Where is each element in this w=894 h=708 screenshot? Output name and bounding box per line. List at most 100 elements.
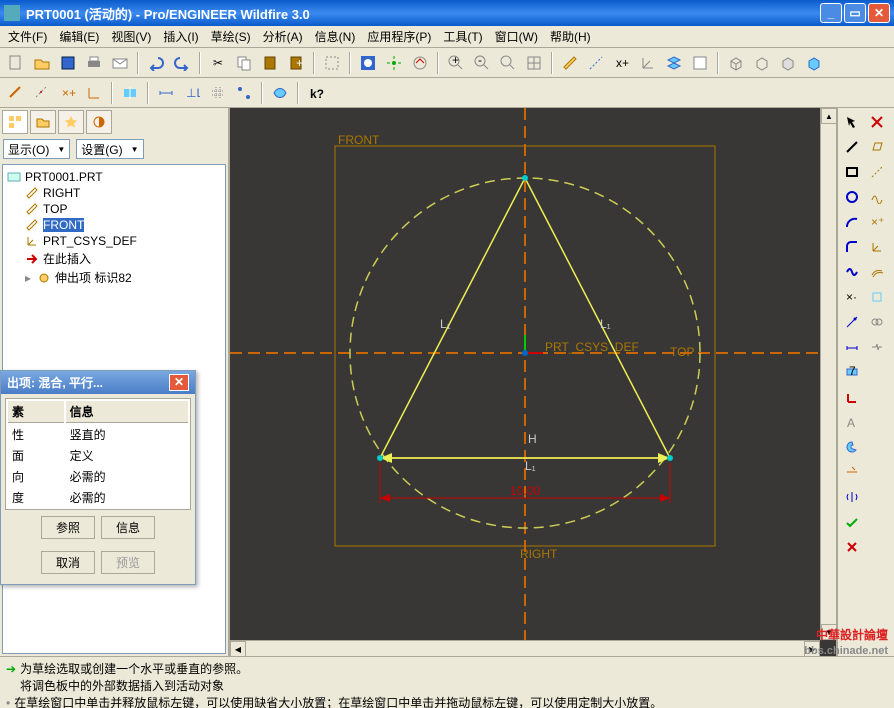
constraint-display-icon[interactable]: ⊥L bbox=[180, 81, 204, 105]
parallelogram-tool[interactable] bbox=[865, 135, 889, 159]
palette-tool[interactable] bbox=[840, 435, 864, 459]
new-icon[interactable] bbox=[4, 51, 28, 75]
canvas-scrollbar-h[interactable]: ◀ ▶ bbox=[230, 640, 820, 656]
tree-node-csys[interactable]: PRT_CSYS_DEF bbox=[7, 233, 221, 249]
tab-connections[interactable] bbox=[86, 110, 112, 134]
save-icon[interactable] bbox=[56, 51, 80, 75]
sketch-axis-icon[interactable] bbox=[30, 81, 54, 105]
menu-sketch[interactable]: 草绘(S) bbox=[205, 26, 257, 47]
datum-csys-icon[interactable] bbox=[636, 51, 660, 75]
info-button[interactable]: 信息 bbox=[101, 516, 155, 539]
menu-insert[interactable]: 插入(I) bbox=[157, 26, 204, 47]
shaded-icon[interactable] bbox=[802, 51, 826, 75]
menu-tools[interactable]: 工具(T) bbox=[437, 26, 488, 47]
grid-display-icon[interactable] bbox=[206, 81, 230, 105]
open-icon[interactable] bbox=[30, 51, 54, 75]
expand-icon[interactable]: ▸ bbox=[25, 271, 31, 285]
undo-icon[interactable] bbox=[144, 51, 168, 75]
repaint-icon[interactable] bbox=[356, 51, 380, 75]
sketch-shade-icon[interactable] bbox=[268, 81, 292, 105]
mirror-tool[interactable] bbox=[840, 485, 864, 509]
sketch-plane-icon[interactable] bbox=[4, 81, 28, 105]
hidden-line-icon[interactable] bbox=[750, 51, 774, 75]
chain-tool[interactable] bbox=[865, 310, 889, 334]
offset-edge-tool[interactable] bbox=[865, 260, 889, 284]
select-rect-icon[interactable] bbox=[320, 51, 344, 75]
no-hidden-icon[interactable] bbox=[776, 51, 800, 75]
trim-tool[interactable] bbox=[840, 460, 864, 484]
rectangle-tool[interactable] bbox=[840, 160, 864, 184]
zoom-in-icon[interactable]: + bbox=[444, 51, 468, 75]
zoom-out-icon[interactable]: - bbox=[470, 51, 494, 75]
datum-point-icon[interactable]: x+ bbox=[610, 51, 634, 75]
vertex-display-icon[interactable] bbox=[232, 81, 256, 105]
csys-tool[interactable] bbox=[865, 235, 889, 259]
menu-edit[interactable]: 编辑(E) bbox=[53, 26, 105, 47]
menu-analysis[interactable]: 分析(A) bbox=[257, 26, 309, 47]
zoom-fit-icon[interactable] bbox=[496, 51, 520, 75]
cancel-button[interactable]: 取消 bbox=[41, 551, 95, 574]
datum-axis-icon[interactable] bbox=[584, 51, 608, 75]
dialog-titlebar[interactable]: 出项: 混合, 平行... ✕ bbox=[1, 371, 195, 394]
maximize-button[interactable]: ▭ bbox=[844, 3, 866, 23]
menu-help[interactable]: 帮助(H) bbox=[544, 26, 597, 47]
orient-icon[interactable] bbox=[408, 51, 432, 75]
dimension-tool[interactable] bbox=[840, 335, 864, 359]
point-tool[interactable]: ×⁺ bbox=[865, 210, 889, 234]
select-tool[interactable] bbox=[840, 110, 864, 134]
table-row[interactable]: 性竖直的 bbox=[8, 425, 188, 444]
fillet-tool[interactable] bbox=[840, 235, 864, 259]
centerline-tool[interactable] bbox=[865, 160, 889, 184]
copy-icon[interactable] bbox=[232, 51, 256, 75]
mail-icon[interactable] bbox=[108, 51, 132, 75]
tangent-tool[interactable] bbox=[840, 310, 864, 334]
spline2-tool[interactable] bbox=[840, 260, 864, 284]
tab-favorites[interactable] bbox=[58, 110, 84, 134]
sketch-point-icon[interactable]: ×+ bbox=[56, 81, 80, 105]
sketch-orient-icon[interactable] bbox=[118, 81, 142, 105]
graphics-canvas[interactable]: FRONT TOP RIGHT L₁ L₁ L₁ H bbox=[230, 108, 836, 656]
tree-root[interactable]: PRT0001.PRT bbox=[7, 169, 221, 185]
coord-point-tool[interactable]: ×· bbox=[840, 285, 864, 309]
quit-tool[interactable] bbox=[840, 535, 864, 559]
dim-display-icon[interactable] bbox=[154, 81, 178, 105]
tab-model-tree[interactable] bbox=[2, 110, 28, 134]
minimize-button[interactable]: _ bbox=[820, 3, 842, 23]
use-edge-tool[interactable] bbox=[865, 285, 889, 309]
tree-node-insert-here[interactable]: 在此插入 bbox=[7, 249, 221, 268]
tree-node-right[interactable]: RIGHT bbox=[7, 185, 221, 201]
menu-file[interactable]: 文件(F) bbox=[2, 26, 53, 47]
references-button[interactable]: 参照 bbox=[41, 516, 95, 539]
print-icon[interactable] bbox=[82, 51, 106, 75]
done-tool[interactable] bbox=[840, 510, 864, 534]
help-icon[interactable]: k? bbox=[304, 81, 328, 105]
break-tool[interactable] bbox=[865, 335, 889, 359]
refit-icon[interactable] bbox=[522, 51, 546, 75]
close-button[interactable]: ✕ bbox=[868, 3, 890, 23]
menu-view[interactable]: 视图(V) bbox=[105, 26, 157, 47]
dialog-close-icon[interactable]: ✕ bbox=[169, 374, 189, 391]
text-tool[interactable]: A bbox=[840, 410, 864, 434]
show-dropdown[interactable]: 显示(O) bbox=[3, 139, 70, 159]
table-row[interactable]: 向必需的 bbox=[8, 467, 188, 486]
constraint-tool[interactable] bbox=[840, 385, 864, 409]
dimension-value[interactable]: 10.00 bbox=[510, 484, 540, 498]
arc-tool[interactable] bbox=[840, 210, 864, 234]
canvas-scrollbar-v[interactable]: ▲ ▼ bbox=[820, 108, 836, 640]
wireframe-icon[interactable] bbox=[724, 51, 748, 75]
sketch-csys-icon[interactable] bbox=[82, 81, 106, 105]
tree-node-protrusion[interactable]: ▸ 伸出项 标识82 bbox=[7, 268, 221, 287]
layers-icon[interactable] bbox=[662, 51, 686, 75]
modify-tool[interactable]: 7 bbox=[840, 360, 864, 384]
paste-icon[interactable] bbox=[258, 51, 282, 75]
spline-tool[interactable] bbox=[865, 185, 889, 209]
redo-icon[interactable] bbox=[170, 51, 194, 75]
line-tool[interactable] bbox=[840, 135, 864, 159]
tree-node-front[interactable]: FRONT bbox=[7, 217, 221, 233]
menu-window[interactable]: 窗口(W) bbox=[489, 26, 544, 47]
delete-segment-tool[interactable] bbox=[865, 110, 889, 134]
table-row[interactable]: 面定义 bbox=[8, 446, 188, 465]
spin-center-icon[interactable] bbox=[382, 51, 406, 75]
tree-node-top[interactable]: TOP bbox=[7, 201, 221, 217]
menu-app[interactable]: 应用程序(P) bbox=[361, 26, 437, 47]
